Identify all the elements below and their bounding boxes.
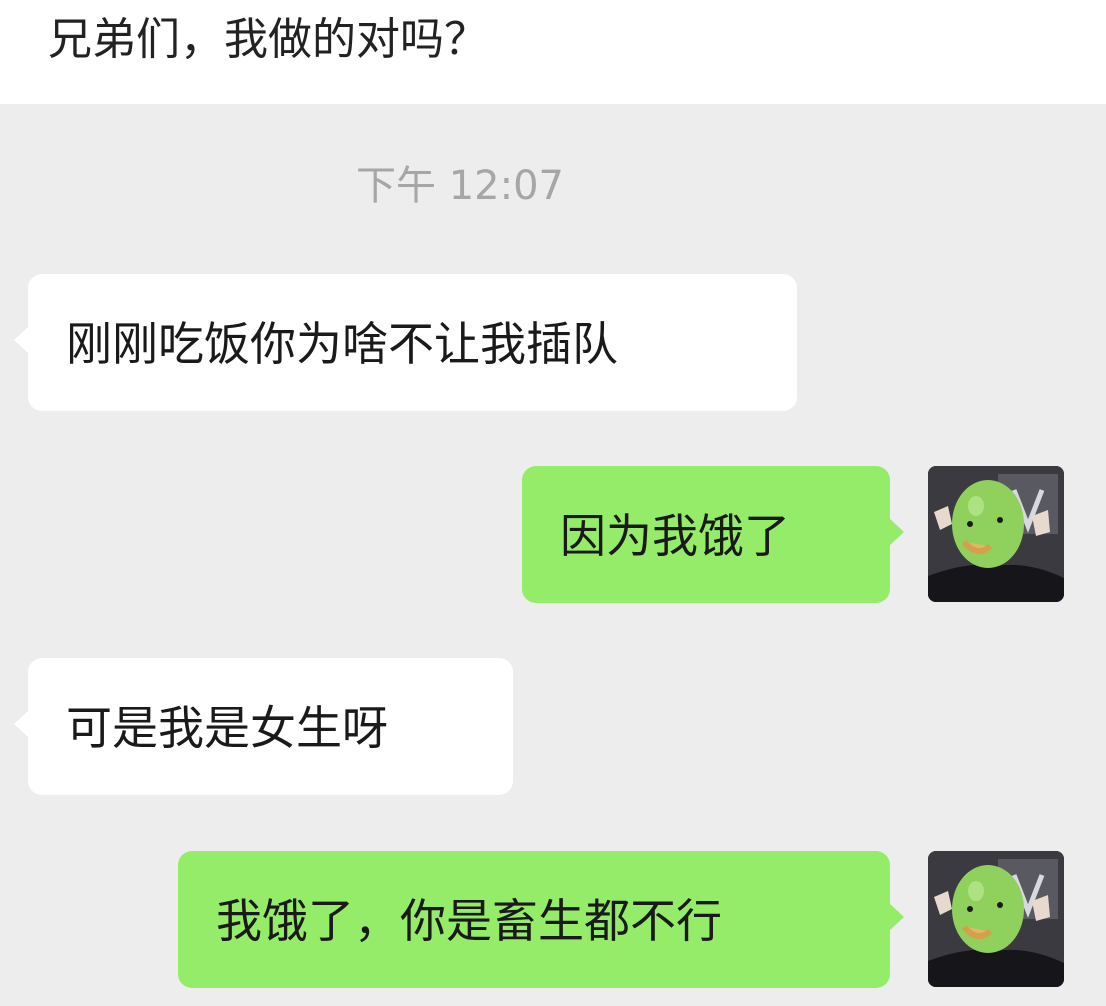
message-text: 因为我饿了 <box>560 509 790 563</box>
post-header: 兄弟们，我做的对吗？ <box>0 0 1106 104</box>
bubble-tail <box>889 518 904 546</box>
chat-screenshot: 下午 12:07 刚刚吃饭你为啥不让我插队 因为我饿了 可是我是女生呀 我饿了，… <box>0 104 1106 1006</box>
incoming-message-bubble[interactable]: 可是我是女生呀 <box>14 658 513 795</box>
bubble-tail <box>14 326 29 354</box>
user-avatar[interactable] <box>928 851 1064 987</box>
message-text: 我饿了，你是畜生都不行 <box>216 894 722 948</box>
post-title: 兄弟们，我做的对吗？ <box>48 14 488 65</box>
message-text: 可是我是女生呀 <box>66 701 388 755</box>
message-timestamp: 下午 12:07 <box>356 163 564 209</box>
outgoing-message-bubble[interactable]: 因为我饿了 <box>522 466 904 603</box>
incoming-message-bubble[interactable]: 刚刚吃饭你为啥不让我插队 <box>14 274 797 411</box>
bubble-tail <box>14 710 29 738</box>
message-text: 刚刚吃饭你为啥不让我插队 <box>66 317 618 371</box>
bubble-tail <box>889 903 904 931</box>
green-mask-avatar-icon <box>928 851 1064 987</box>
user-avatar[interactable] <box>928 466 1064 602</box>
outgoing-message-bubble[interactable]: 我饿了，你是畜生都不行 <box>178 851 904 988</box>
green-mask-avatar-icon <box>928 466 1064 602</box>
